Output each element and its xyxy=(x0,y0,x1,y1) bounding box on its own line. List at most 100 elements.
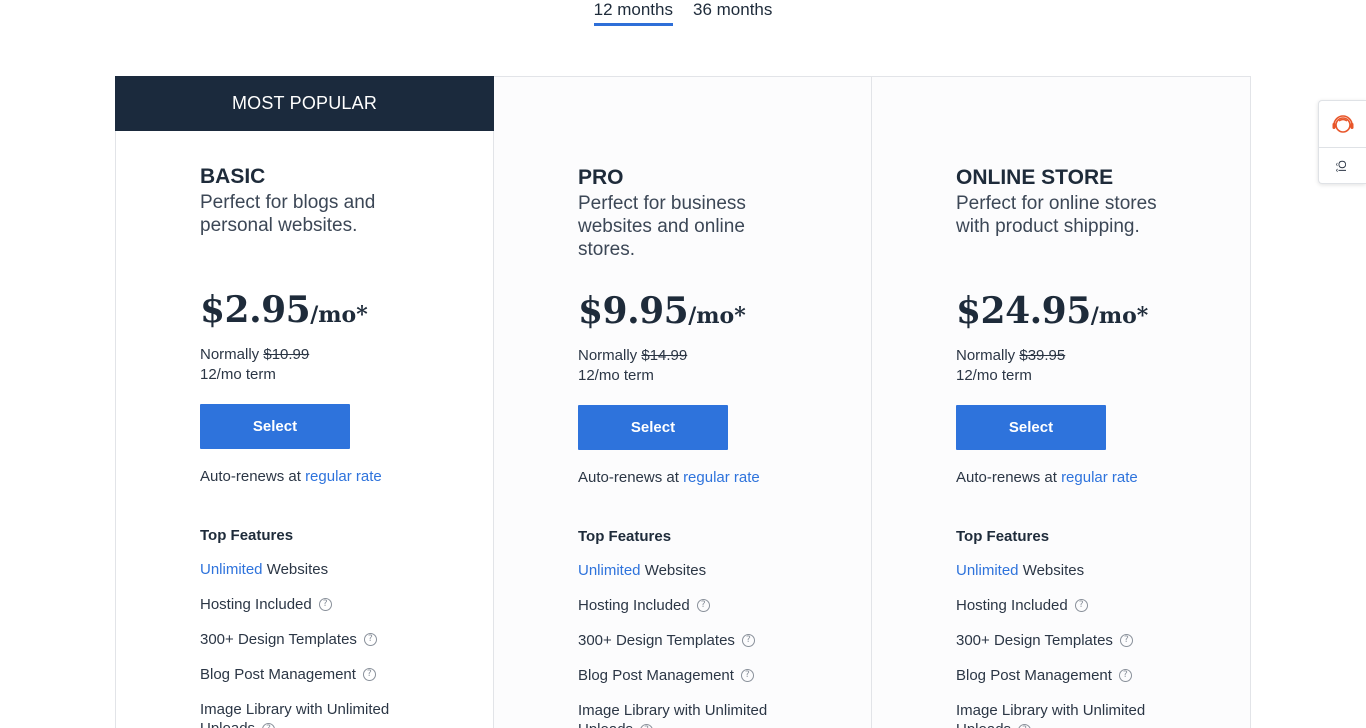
plan-term: 12/mo term xyxy=(956,367,1032,384)
auto-renew-text: Auto-renews at xyxy=(200,468,301,485)
original-price: $14.99 xyxy=(641,347,688,364)
unlimited-link[interactable]: Unlimited xyxy=(956,562,1019,579)
plan-price: $2.95 /mo* xyxy=(200,289,460,331)
tab-12-months[interactable]: 12 months xyxy=(593,0,673,26)
feature-item: Hosting Included ? xyxy=(200,595,460,614)
price-amount: $2.95 xyxy=(200,289,311,331)
price-period: /mo* xyxy=(688,303,746,329)
feature-item: Blog Post Management ? xyxy=(956,666,1216,685)
plan-pricing: $2.95 /mo* Normally $10.99 12/mo term Se… xyxy=(200,289,460,728)
feature-item: Unlimited Websites xyxy=(956,561,1216,580)
help-icon[interactable]: ? xyxy=(262,722,276,728)
feature-text: 300+ Design Templates xyxy=(200,631,357,648)
auto-renew-text: Auto-renews at xyxy=(578,469,679,486)
feature-item: Blog Post Management ? xyxy=(578,666,838,685)
help-icon[interactable]: ? xyxy=(362,668,376,681)
plan-term: 12/mo term xyxy=(200,366,276,383)
normally-label: Normally xyxy=(956,347,1016,364)
feature-text: Hosting Included xyxy=(578,597,690,614)
feature-text: Websites xyxy=(644,562,707,579)
unlimited-link[interactable]: Unlimited xyxy=(578,562,641,579)
regular-rate-link[interactable]: regular rate xyxy=(683,469,760,486)
most-popular-banner: MOST POPULAR xyxy=(115,76,494,131)
feature-text: Websites xyxy=(266,561,329,578)
help-icon[interactable]: ? xyxy=(1018,723,1032,728)
plan-price: $24.95 /mo* xyxy=(956,290,1216,332)
headset-icon xyxy=(1332,115,1353,133)
feature-item: Image Library with Unlimited Uploads? xyxy=(200,700,460,728)
select-pro-button[interactable]: Select xyxy=(578,405,728,450)
original-price: $39.95 xyxy=(1019,347,1066,364)
normal-price: Normally $10.99 xyxy=(200,345,460,365)
feature-item: 300+ Design Templates ? xyxy=(578,631,838,650)
price-period: /mo* xyxy=(310,302,368,328)
chat-support-button[interactable] xyxy=(1319,101,1366,148)
plan-description: Perfect for business websites and online… xyxy=(578,193,746,260)
feature-item: Image Library with Unlimited Uploads? xyxy=(578,701,838,728)
help-icon[interactable]: ? xyxy=(640,723,654,728)
regular-rate-link[interactable]: regular rate xyxy=(1061,469,1138,486)
plan-name: BASIC xyxy=(200,165,266,188)
help-icon[interactable]: ? xyxy=(741,634,755,647)
plan-price: $9.95 /mo* xyxy=(578,290,838,332)
feature-text: Image Library with Unlimited Uploads? xyxy=(200,700,415,728)
auto-renew-note: Auto-renews at regular rate xyxy=(200,468,460,485)
help-icon[interactable]: ? xyxy=(1074,599,1088,612)
feature-item: 300+ Design Templates ? xyxy=(200,630,460,649)
auto-renew-note: Auto-renews at regular rate xyxy=(578,469,838,486)
top-features-title: Top Features xyxy=(956,528,1050,545)
plan-description: Perfect for blogs and personal websites. xyxy=(200,192,376,236)
regular-rate-link[interactable]: regular rate xyxy=(305,468,382,485)
plan-pricing: $24.95 /mo* Normally $39.95 12/mo term S… xyxy=(956,290,1216,728)
normally-label: Normally xyxy=(200,346,260,363)
plan-term: 12/mo term xyxy=(578,367,654,384)
plan-header: PRO Perfect for business websites and on… xyxy=(578,166,838,261)
top-features-title: Top Features xyxy=(200,527,294,544)
side-tab-label: ÎÔ xyxy=(1336,160,1349,172)
feature-text: 300+ Design Templates xyxy=(956,632,1113,649)
plan-pricing: $9.95 /mo* Normally $14.99 12/mo term Se… xyxy=(578,290,838,728)
feature-item: Hosting Included ? xyxy=(578,596,838,615)
feature-text: Blog Post Management xyxy=(200,666,356,683)
side-tab[interactable]: ÎÔ xyxy=(1319,148,1366,184)
unlimited-link[interactable]: Unlimited xyxy=(200,561,263,578)
top-features-title: Top Features xyxy=(578,528,672,545)
plan-header: ONLINE STORE Perfect for online stores w… xyxy=(956,166,1216,238)
pricing-plans: MOST POPULAR BASIC Perfect for blogs and… xyxy=(115,76,1251,728)
normal-price: Normally $39.95 xyxy=(956,346,1216,366)
price-amount: $9.95 xyxy=(578,290,689,332)
feature-item: Unlimited Websites xyxy=(578,561,838,580)
help-icon[interactable]: ? xyxy=(696,599,710,612)
feature-item: Unlimited Websites xyxy=(200,560,460,579)
help-icon[interactable]: ? xyxy=(363,633,377,646)
feature-item: Hosting Included ? xyxy=(956,596,1216,615)
help-icon[interactable]: ? xyxy=(740,669,754,682)
plan-card-basic: MOST POPULAR BASIC Perfect for blogs and… xyxy=(115,76,494,728)
price-period: /mo* xyxy=(1090,303,1149,329)
tab-36-months[interactable]: 36 months xyxy=(693,0,772,26)
plan-name: PRO xyxy=(578,166,624,189)
plan-description: Perfect for online stores with product s… xyxy=(956,193,1157,237)
feature-item: Image Library with Unlimited Uploads? xyxy=(956,701,1216,728)
feature-text: Hosting Included xyxy=(956,597,1068,614)
feature-text: Websites xyxy=(1022,562,1085,579)
auto-renew-text: Auto-renews at xyxy=(956,469,1057,486)
feature-text: Hosting Included xyxy=(200,596,312,613)
plan-card-pro: PRO Perfect for business websites and on… xyxy=(494,77,872,728)
normally-label: Normally xyxy=(578,347,638,364)
select-basic-button[interactable]: Select xyxy=(200,404,350,449)
feature-text: Blog Post Management xyxy=(956,667,1112,684)
feature-text: 300+ Design Templates xyxy=(578,632,735,649)
help-icon[interactable]: ? xyxy=(318,598,332,611)
feature-item: Blog Post Management ? xyxy=(200,665,460,684)
auto-renew-note: Auto-renews at regular rate xyxy=(956,469,1216,486)
feature-text: Image Library with Unlimited Uploads? xyxy=(578,701,793,728)
feature-text: Image Library with Unlimited Uploads? xyxy=(956,701,1171,728)
help-icon[interactable]: ? xyxy=(1118,669,1132,682)
original-price: $10.99 xyxy=(263,346,310,363)
plan-card-online-store: ONLINE STORE Perfect for online stores w… xyxy=(872,77,1250,728)
plan-name: ONLINE STORE xyxy=(956,166,1114,189)
price-amount: $24.95 xyxy=(956,290,1091,332)
select-online-store-button[interactable]: Select xyxy=(956,405,1106,450)
help-icon[interactable]: ? xyxy=(1119,634,1133,647)
